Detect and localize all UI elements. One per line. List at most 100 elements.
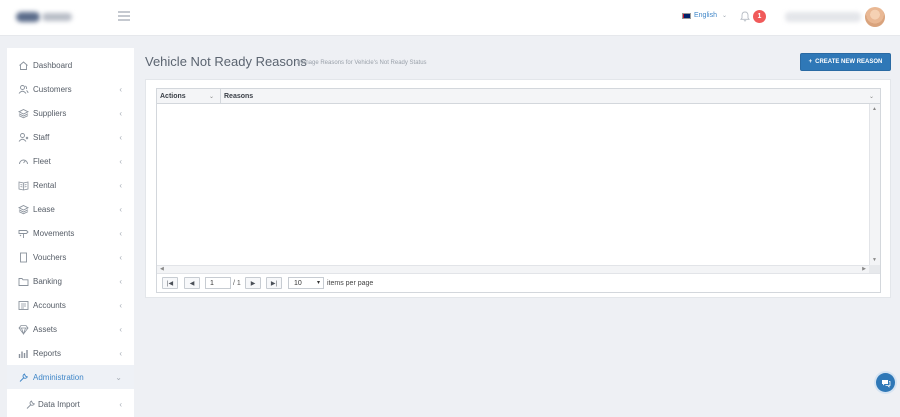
sidebar-item-assets[interactable]: Assets ‹ — [7, 317, 134, 341]
wrench-icon — [19, 372, 28, 382]
chevron-left-icon: ‹ — [119, 300, 122, 310]
staff-icon — [18, 132, 29, 142]
wrench-icon — [26, 399, 35, 409]
sidebar-item-label: Customers — [33, 84, 72, 94]
sidebar-item-label: Reports — [33, 348, 62, 358]
chevron-left-icon: ‹ — [119, 84, 122, 94]
page-size-value: 10 — [294, 280, 302, 287]
last-page-icon: ▶| — [270, 280, 278, 287]
grid-header: Actions ⌄ Reasons ⌄ — [157, 89, 880, 104]
horizontal-scrollbar[interactable]: ◀ ▶ — [157, 265, 869, 273]
scroll-left-icon[interactable]: ◀ — [160, 266, 164, 272]
first-page-button[interactable]: |◀ — [162, 277, 178, 289]
sidebar-item-movements[interactable]: Movements ‹ — [7, 221, 134, 245]
chevron-left-icon: ‹ — [119, 204, 122, 214]
sidebar-item-dashboard[interactable]: Dashboard — [7, 53, 134, 77]
bar-chart-icon — [18, 349, 28, 358]
page-subtitle: Manage Reasons for Vehicle's Not Ready S… — [297, 60, 427, 66]
chat-icon — [881, 379, 890, 388]
sidebar-item-label: Fleet — [33, 156, 51, 166]
scrollbar-corner — [869, 265, 880, 273]
first-page-icon: |◀ — [166, 280, 174, 287]
sidebar-item-data-import[interactable]: Data Import ‹ — [7, 392, 134, 416]
avatar[interactable] — [865, 7, 885, 27]
scroll-right-icon[interactable]: ▶ — [862, 266, 866, 272]
pager: |◀ ◀ 1 / 1 ▶ ▶| 10 ▾ items per page — [157, 273, 880, 292]
speedometer-icon — [19, 159, 28, 164]
chevron-left-icon: ‹ — [119, 156, 122, 166]
sidebar-item-label: Assets — [33, 324, 58, 334]
chevron-down-icon[interactable]: ⌄ — [869, 93, 874, 100]
sidebar-item-label: Banking — [33, 276, 62, 286]
page-number-input[interactable]: 1 — [205, 277, 231, 289]
chevron-down-icon: ▾ — [316, 280, 320, 286]
layers-icon — [18, 204, 29, 214]
previous-page-button[interactable]: ◀ — [184, 277, 200, 289]
notification-badge: 1 — [753, 10, 766, 23]
next-page-icon: ▶ — [250, 280, 256, 287]
sidebar-item-suppliers[interactable]: Suppliers ‹ — [7, 101, 134, 125]
uk-flag-icon — [682, 12, 691, 19]
layers-icon — [18, 108, 29, 118]
bell-icon[interactable] — [740, 11, 750, 22]
sidebar-item-lease[interactable]: Lease ‹ — [7, 197, 134, 221]
chevron-down-icon: ⌄ — [721, 13, 727, 19]
previous-page-icon: ◀ — [189, 280, 195, 287]
sidebar-item-label: Rental — [33, 180, 57, 190]
company-logo[interactable] — [12, 9, 76, 25]
folder-icon — [18, 277, 29, 286]
reasons-card: Actions ⌄ Reasons ⌄ ▲ ▼ ◀ ▶ |◀ ◀ 1 / 1 ▶… — [145, 79, 891, 298]
chevron-left-icon: ‹ — [119, 399, 122, 409]
sidebar-item-reports[interactable]: Reports ‹ — [7, 341, 134, 365]
sidebar-item-label: Data Import — [38, 399, 80, 409]
vertical-scrollbar[interactable]: ▲ ▼ — [869, 104, 880, 265]
sidebar-item-accounts[interactable]: Accounts ‹ — [7, 293, 134, 317]
sidebar-item-label: Movements — [33, 228, 75, 238]
users-icon — [18, 84, 29, 94]
chevron-left-icon: ‹ — [119, 348, 122, 358]
sidebar-item-administration[interactable]: Administration ⌄ — [7, 365, 134, 389]
grid-body — [157, 104, 869, 265]
chat-button[interactable] — [876, 373, 895, 392]
chevron-left-icon: ‹ — [119, 228, 122, 238]
sidebar-item-banking[interactable]: Banking ‹ — [7, 269, 134, 293]
top-bar: English ⌄ 1 — [0, 0, 900, 36]
page-size-select[interactable]: 10 ▾ — [288, 277, 324, 289]
sidebar-item-customers[interactable]: Customers ‹ — [7, 77, 134, 101]
page-count-label: / 1 — [233, 280, 241, 287]
next-page-button[interactable]: ▶ — [245, 277, 261, 289]
sidebar-item-staff[interactable]: Staff ‹ — [7, 125, 134, 149]
sidebar-item-label: Vouchers — [33, 252, 67, 262]
sidebar-item-fleet[interactable]: Fleet ‹ — [7, 149, 134, 173]
chevron-left-icon: ‹ — [119, 180, 122, 190]
column-header-actions[interactable]: Actions ⌄ — [157, 89, 221, 104]
sidebar-item-vouchers[interactable]: Vouchers ‹ — [7, 245, 134, 269]
create-new-reason-button[interactable]: + CREATE NEW REASON — [800, 53, 891, 71]
book-icon — [18, 181, 29, 190]
sidebar-item-label: Lease — [33, 204, 55, 214]
language-label: English — [694, 12, 717, 19]
chevron-left-icon: ‹ — [119, 132, 122, 142]
chevron-down-icon[interactable]: ⌄ — [209, 93, 214, 100]
reasons-grid: Actions ⌄ Reasons ⌄ ▲ ▼ ◀ ▶ |◀ ◀ 1 / 1 ▶… — [156, 88, 881, 293]
column-header-reasons[interactable]: Reasons ⌄ — [221, 89, 880, 104]
ledger-icon — [18, 300, 29, 310]
user-name — [785, 12, 861, 22]
last-page-button[interactable]: ▶| — [266, 277, 282, 289]
home-icon — [19, 60, 28, 70]
scroll-down-icon[interactable]: ▼ — [872, 257, 877, 263]
sidebar-item-rental[interactable]: Rental ‹ — [7, 173, 134, 197]
diamond-icon — [18, 324, 29, 335]
chevron-left-icon: ‹ — [119, 276, 122, 286]
column-header-label: Actions — [160, 93, 186, 100]
sidebar-item-label: Staff — [33, 132, 50, 142]
voucher-icon — [20, 252, 27, 262]
language-selector[interactable]: English ⌄ — [682, 12, 727, 19]
menu-toggle-icon[interactable] — [118, 11, 130, 21]
sidebar: Dashboard Customers ‹ Suppliers ‹ Staff … — [7, 48, 134, 417]
items-per-page-label: items per page — [327, 280, 374, 287]
sidebar-item-label: Accounts — [33, 300, 66, 310]
sidebar-item-label: Suppliers — [33, 108, 67, 118]
scroll-up-icon[interactable]: ▲ — [872, 106, 877, 112]
chevron-left-icon: ‹ — [119, 324, 122, 334]
